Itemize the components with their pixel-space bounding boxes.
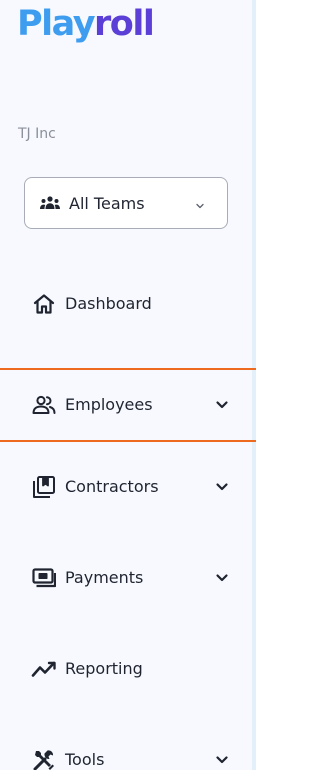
logo-text-roll: roll <box>94 4 155 44</box>
team-selector-label: All Teams <box>69 193 145 213</box>
sidebar: Playroll TJ Inc All Teams Dashboard Empl… <box>0 0 256 770</box>
nav-label-dashboard: Dashboard <box>65 294 152 313</box>
nav-label-reporting: Reporting <box>65 659 143 678</box>
chevron-down-icon[interactable] <box>214 752 230 768</box>
nav-label-contractors: Contractors <box>65 477 159 496</box>
people-icon <box>31 392 57 418</box>
nav-item-employees[interactable]: Employees <box>0 368 256 442</box>
logo-text-play: Play <box>17 4 96 44</box>
nav-item-dashboard[interactable]: Dashboard <box>0 278 252 330</box>
tools-icon <box>31 747 57 770</box>
team-selector[interactable]: All Teams <box>24 177 228 229</box>
team-icon <box>38 191 62 215</box>
org-name: TJ Inc <box>18 126 56 142</box>
contractors-icon <box>31 474 57 500</box>
nav-label-payments: Payments <box>65 568 144 587</box>
nav-item-contractors[interactable]: Contractors <box>0 461 252 513</box>
nav-label-employees: Employees <box>65 395 153 414</box>
nav-item-reporting[interactable]: Reporting <box>0 643 252 695</box>
trend-icon <box>31 656 57 682</box>
home-icon <box>31 291 57 317</box>
chevron-down-icon[interactable] <box>214 479 230 495</box>
payments-icon <box>31 565 57 591</box>
nav-item-payments[interactable]: Payments <box>0 552 252 604</box>
brand-logo[interactable]: Playroll <box>17 2 155 46</box>
chevron-down-icon <box>194 197 206 209</box>
chevron-down-icon[interactable] <box>214 570 230 586</box>
nav-item-tools[interactable]: Tools <box>0 734 252 770</box>
chevron-down-icon[interactable] <box>214 397 230 413</box>
nav-label-tools: Tools <box>65 750 105 769</box>
